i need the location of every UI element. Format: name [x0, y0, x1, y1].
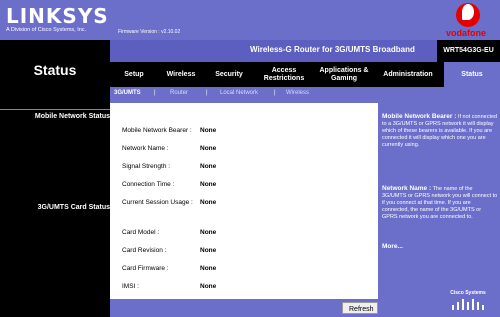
vodafone-brand: vodafone: [446, 28, 487, 38]
connection-time-value: None: [200, 181, 217, 188]
left-section-column: Mobile Network Status 3G/UMTS Card Statu…: [0, 103, 110, 317]
router-status-page: LINKSYS A Division of Cisco Systems, Inc…: [0, 0, 500, 317]
header: LINKSYS A Division of Cisco Systems, Inc…: [0, 0, 500, 40]
help-bearer: Mobile Network Bearer : If not connected…: [382, 113, 498, 149]
signal-strength-label: Signal Strength :: [122, 163, 171, 170]
session-usage-value: None: [200, 199, 217, 206]
bearer-label: Mobile Network Bearer :: [122, 127, 192, 134]
subtab-router[interactable]: Router: [170, 90, 188, 96]
refresh-button[interactable]: Refresh: [342, 302, 378, 314]
firmware-version: Firmware Version : v2.10.02: [118, 29, 181, 35]
tab-security[interactable]: Security: [206, 62, 252, 87]
status-content: Mobile Network Bearer : None Network Nam…: [110, 103, 378, 299]
tab-setup[interactable]: Setup: [112, 62, 156, 87]
imsi-value: None: [200, 283, 217, 290]
help-bearer-title: Mobile Network Bearer :: [382, 113, 457, 120]
help-panel: Mobile Network Bearer : If not connected…: [378, 103, 500, 317]
help-more-link[interactable]: More...: [382, 243, 498, 250]
card-revision-value: None: [200, 247, 217, 254]
subtab-wireless[interactable]: Wireless: [286, 90, 309, 96]
bearer-value: None: [200, 127, 217, 134]
signal-strength-value: None: [200, 163, 217, 170]
card-firmware-value: None: [200, 265, 217, 272]
imsi-label: IMSI :: [122, 283, 139, 290]
session-usage-label: Current Session Usage :: [122, 199, 193, 206]
divider: [0, 109, 110, 110]
help-name-title: Network Name :: [382, 185, 432, 192]
subtab-separator: |: [154, 90, 156, 96]
logo-subtitle: A Division of Cisco Systems, Inc.: [6, 27, 87, 33]
linksys-logo: LINKSYS: [6, 4, 109, 28]
help-network-name: Network Name : The name of the 3G/UMTS o…: [382, 185, 498, 221]
card-firmware-label: Card Firmware :: [122, 265, 169, 272]
subtab-3gumts[interactable]: 3G/UMTS: [114, 90, 141, 96]
product-name: Wireless-G Router for 3G/UMTS Broadband: [250, 45, 415, 54]
network-name-label: Network Name :: [122, 145, 169, 152]
subtab-separator: |: [274, 90, 276, 96]
tab-wireless[interactable]: Wireless: [158, 62, 204, 87]
subtab-local-network[interactable]: Local Network: [220, 90, 258, 96]
cisco-bars-icon: [452, 299, 484, 310]
tab-status[interactable]: Status: [444, 62, 500, 87]
tab-administration[interactable]: Administration: [376, 62, 440, 87]
section-title-panel: Status: [0, 40, 110, 103]
vodafone-quote-icon: [462, 4, 474, 20]
section-title: Status: [33, 62, 77, 78]
network-name-value: None: [200, 145, 217, 152]
model-number: WRT54G3G-EU: [437, 40, 500, 62]
tab-applications-gaming[interactable]: Applications & Gaming: [316, 62, 372, 87]
subtab-separator: |: [206, 90, 208, 96]
product-title-bar: Wireless-G Router for 3G/UMTS Broadband …: [110, 40, 500, 62]
cisco-systems-logo: Cisco Systems: [450, 290, 486, 296]
mobile-network-status-heading: Mobile Network Status: [34, 113, 110, 120]
footer-bar: Refresh: [110, 299, 378, 317]
card-model-label: Card Model :: [122, 229, 160, 236]
main-tabs: Setup Wireless Security Access Restricti…: [110, 62, 500, 87]
connection-time-label: Connection Time :: [122, 181, 175, 188]
tab-access-restrictions[interactable]: Access Restrictions: [256, 62, 312, 87]
sub-tabs: 3G/UMTS | Router | Local Network | Wirel…: [110, 87, 500, 103]
card-status-heading: 3G/UMTS Card Status: [37, 204, 110, 211]
card-model-value: None: [200, 229, 217, 236]
card-revision-label: Card Revision :: [122, 247, 167, 254]
